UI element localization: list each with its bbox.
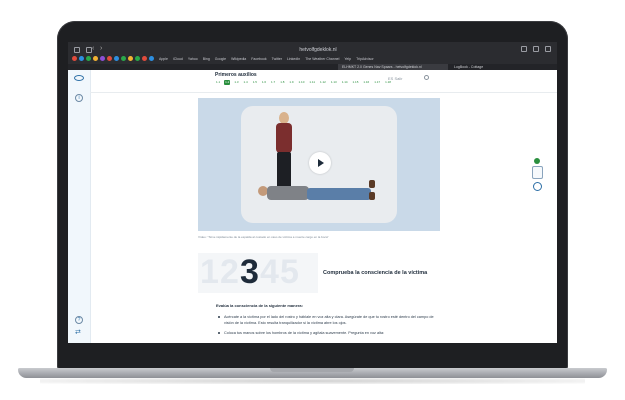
bookmark-icon[interactable] (79, 56, 84, 61)
laptop-notch (270, 368, 354, 372)
address-bar[interactable]: hetvolfgdeklok.nl (248, 45, 388, 55)
step-number: 4 (260, 253, 279, 291)
chapter-chip[interactable]: 1.5 (252, 80, 258, 85)
instructions: Evalúa la consciencia de la siguiente ma… (216, 303, 436, 340)
bookmark-link[interactable]: LinkedIn (287, 57, 300, 61)
video-player[interactable] (241, 106, 397, 223)
bookmark-link[interactable]: TripAdvisor (356, 57, 374, 61)
bookmark-link[interactable]: Wikipedia (231, 57, 246, 61)
chapter-chip[interactable]: 1.11 (308, 80, 316, 85)
chapter-chip[interactable]: 1.14 (341, 80, 349, 85)
laptop-screen: ‹ › hetvolfgdeklok.nl Apple iCloud Yahoo… (68, 42, 557, 343)
chapter-chip[interactable]: 1.16 (362, 80, 370, 85)
bookmark-icon[interactable] (149, 56, 154, 61)
step-title: Comprueba la consciencia de la víctima (323, 270, 428, 276)
bookmark-link[interactable]: Google (215, 57, 226, 61)
instruction-bullet: Acércate a la víctima por el lado del ro… (216, 314, 436, 326)
bookmark-link[interactable]: Yelp (344, 57, 351, 61)
chapter-chip[interactable]: 1.6 (261, 80, 267, 85)
play-icon (318, 159, 324, 167)
chapter-chip[interactable]: 1.10 (298, 80, 306, 85)
chapter-chip[interactable]: 1.17 (373, 80, 381, 85)
bookmark-icon[interactable] (135, 56, 140, 61)
bookmark-icon[interactable] (93, 56, 98, 61)
bookmark-link[interactable]: iCloud (173, 57, 183, 61)
course-header: Primeros auxilios 1.1 1.2 1.3 1.4 1.5 1.… (90, 70, 557, 93)
bookmark-link[interactable]: Facebook (251, 57, 266, 61)
bookmark-icon[interactable] (142, 56, 147, 61)
instructions-lead: Evalúa la consciencia de la siguiente ma… (216, 303, 303, 308)
share-icon[interactable] (521, 46, 527, 52)
chapter-chip[interactable]: 1.1 (215, 80, 221, 85)
logo-icon[interactable] (74, 75, 84, 81)
bookmark-link[interactable]: Twitter (272, 57, 282, 61)
chapter-chip-active[interactable]: 1.2 (224, 80, 231, 85)
new-tab-icon[interactable] (533, 46, 539, 52)
window-controls (74, 47, 92, 53)
step-numbers: 1 2 3 4 5 (198, 253, 318, 293)
lying-person-body (267, 186, 309, 200)
sidebar-toggle-icon[interactable] (74, 47, 80, 53)
shoe (369, 180, 375, 188)
lying-person-legs (307, 188, 371, 200)
course-title: Primeros auxilios (215, 72, 257, 78)
chapter-chip[interactable]: 1.4 (243, 80, 249, 85)
progress-badge (534, 158, 540, 164)
bookmark-link[interactable]: Yahoo (188, 57, 198, 61)
chapter-chips: 1.1 1.2 1.3 1.4 1.5 1.6 1.7 1.8 1.9 1.10… (215, 80, 392, 85)
shoe (369, 192, 375, 200)
bookmark-icon[interactable] (114, 56, 119, 61)
bookmark-icon[interactable] (72, 56, 77, 61)
step-number: 2 (220, 253, 239, 291)
app: i ? ⇄ Primeros auxilios 1.1 1.2 1.3 1.4 … (68, 70, 557, 343)
browser-chrome: ‹ › hetvolfgdeklok.nl Apple iCloud Yahoo… (68, 42, 557, 70)
tabs-icon[interactable] (545, 46, 551, 52)
standing-person-body (276, 123, 292, 153)
video-panel (198, 98, 440, 231)
forward-icon[interactable]: › (100, 45, 102, 52)
bookmark-icon[interactable] (107, 56, 112, 61)
video-caption: Vídeo: "Sirve rápidamente de la espalda … (198, 235, 329, 239)
chapter-chip[interactable]: 1.13 (330, 80, 338, 85)
language-selector[interactable]: ES Salir (388, 76, 402, 81)
chapter-chip[interactable]: 1.3 (233, 80, 239, 85)
chapter-chip[interactable]: 1.8 (279, 80, 285, 85)
chapter-chip[interactable]: 1.15 (352, 80, 360, 85)
step-number-active: 3 (240, 253, 259, 291)
bookmark-link[interactable]: The Weather Channel (305, 57, 339, 61)
back-icon[interactable]: ‹ (92, 45, 94, 52)
bookmark-icon[interactable] (86, 56, 91, 61)
browser-actions (521, 46, 551, 52)
step-number: 5 (280, 253, 299, 291)
instruction-bullet: Coloca tus manos sobre los hombros de la… (216, 330, 436, 336)
notes-card-icon[interactable] (532, 166, 543, 179)
check-icon[interactable] (533, 182, 542, 191)
info-icon[interactable]: i (75, 94, 83, 102)
swap-icon[interactable]: ⇄ (75, 328, 81, 336)
search-icon[interactable] (424, 75, 429, 80)
bookmark-link[interactable]: Bing (203, 57, 210, 61)
chapter-chip[interactable]: 1.9 (288, 80, 294, 85)
laptop-shadow (40, 378, 585, 384)
chapter-chip[interactable]: 1.12 (319, 80, 327, 85)
help-icon[interactable]: ? (75, 316, 83, 324)
play-button[interactable] (309, 152, 331, 174)
step-number: 1 (200, 253, 219, 291)
left-rail: i ? ⇄ (68, 70, 91, 343)
chapter-chip[interactable]: 1.7 (270, 80, 276, 85)
bookmark-icon[interactable] (100, 56, 105, 61)
bookmark-icon[interactable] (128, 56, 133, 61)
bookmark-icon[interactable] (121, 56, 126, 61)
bookmarks-bar: Apple iCloud Yahoo Bing Google Wikipedia… (72, 56, 374, 61)
bookmark-link[interactable]: Apple (159, 57, 168, 61)
